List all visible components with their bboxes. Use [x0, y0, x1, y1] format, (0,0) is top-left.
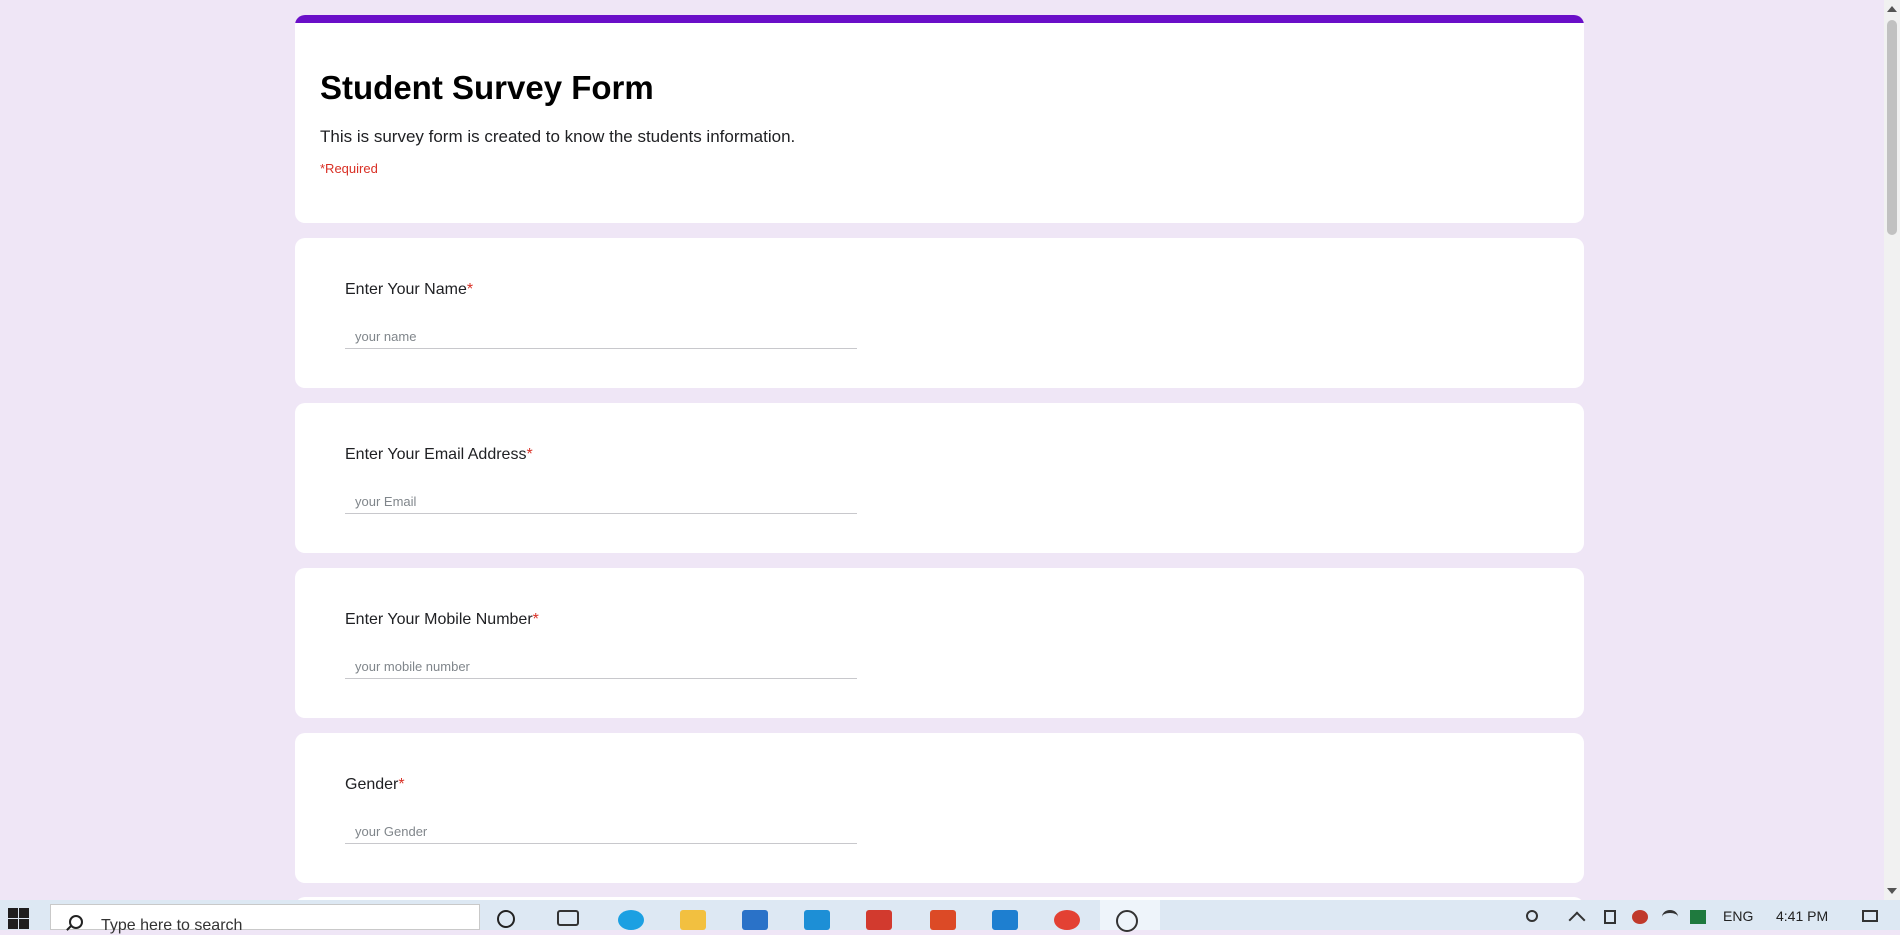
notification-icon[interactable] [1862, 910, 1878, 922]
wifi-icon[interactable] [1662, 910, 1678, 924]
mail-icon[interactable] [742, 910, 768, 930]
required-star: * [398, 776, 405, 793]
taskbar-search-placeholder: Type here to search [101, 917, 243, 934]
required-star: * [466, 281, 474, 298]
question-card-gender: Gender* [295, 733, 1584, 883]
app-icon[interactable] [804, 910, 830, 930]
question-label: Enter Your Email Address* [345, 446, 533, 464]
required-star: * [526, 446, 533, 463]
search-icon[interactable] [497, 910, 515, 928]
vscode-icon[interactable] [992, 910, 1018, 930]
name-input[interactable] [345, 324, 857, 349]
gmail-icon[interactable] [866, 910, 892, 930]
scrollbar-thumb[interactable] [1887, 20, 1897, 235]
chrome-icon[interactable] [1054, 910, 1080, 930]
form-header-card: Student Survey Form This is survey form … [295, 15, 1584, 223]
people-icon[interactable] [1526, 910, 1538, 922]
excel-icon[interactable] [1690, 910, 1706, 924]
gender-input[interactable] [345, 819, 857, 844]
question-label: Enter Your Mobile Number* [345, 611, 539, 629]
browser-viewport: Student Survey Form This is survey form … [0, 0, 1884, 900]
required-star: * [532, 611, 539, 628]
header-accent-bar [295, 15, 1584, 23]
chevron-up-icon[interactable] [1568, 911, 1586, 929]
antivirus-icon[interactable] [1632, 910, 1648, 924]
taskbar-search-box[interactable]: Type here to search [50, 904, 480, 934]
question-card-email: Enter Your Email Address* [295, 403, 1584, 553]
search-icon [69, 915, 83, 929]
question-card-name: Enter Your Name* [295, 238, 1584, 388]
clock[interactable]: 4:41 PM [1776, 908, 1828, 924]
file-explorer-icon[interactable] [680, 910, 706, 930]
required-note: *Required [320, 161, 378, 176]
question-label-text: Gender [345, 776, 399, 793]
task-view-icon[interactable] [557, 910, 579, 926]
question-label-text: Enter Your Mobile Number [345, 611, 533, 628]
mobile-input[interactable] [345, 654, 857, 679]
windows-taskbar: Type here to search ENG 4:41 PM [0, 900, 1900, 934]
vertical-scrollbar[interactable] [1884, 0, 1900, 900]
question-label: Gender* [345, 776, 405, 794]
question-label: Enter Your Name* [345, 281, 473, 299]
question-label-text: Enter Your Email Address [345, 446, 527, 463]
windows-start-icon[interactable] [8, 908, 30, 930]
language-indicator[interactable]: ENG [1723, 908, 1753, 924]
snipping-tool-icon[interactable] [1116, 910, 1138, 932]
page-title: Student Survey Form [320, 69, 654, 106]
office-icon[interactable] [930, 910, 956, 930]
scroll-down-arrow-icon[interactable] [1887, 888, 1897, 894]
email-input[interactable] [345, 489, 857, 514]
battery-icon[interactable] [1604, 910, 1616, 924]
question-label-text: Enter Your Name [345, 281, 467, 298]
form-description: This is survey form is created to know t… [320, 127, 796, 146]
scroll-up-arrow-icon[interactable] [1887, 6, 1897, 12]
edge-browser-icon[interactable] [618, 910, 644, 930]
question-card-mobile: Enter Your Mobile Number* [295, 568, 1584, 718]
